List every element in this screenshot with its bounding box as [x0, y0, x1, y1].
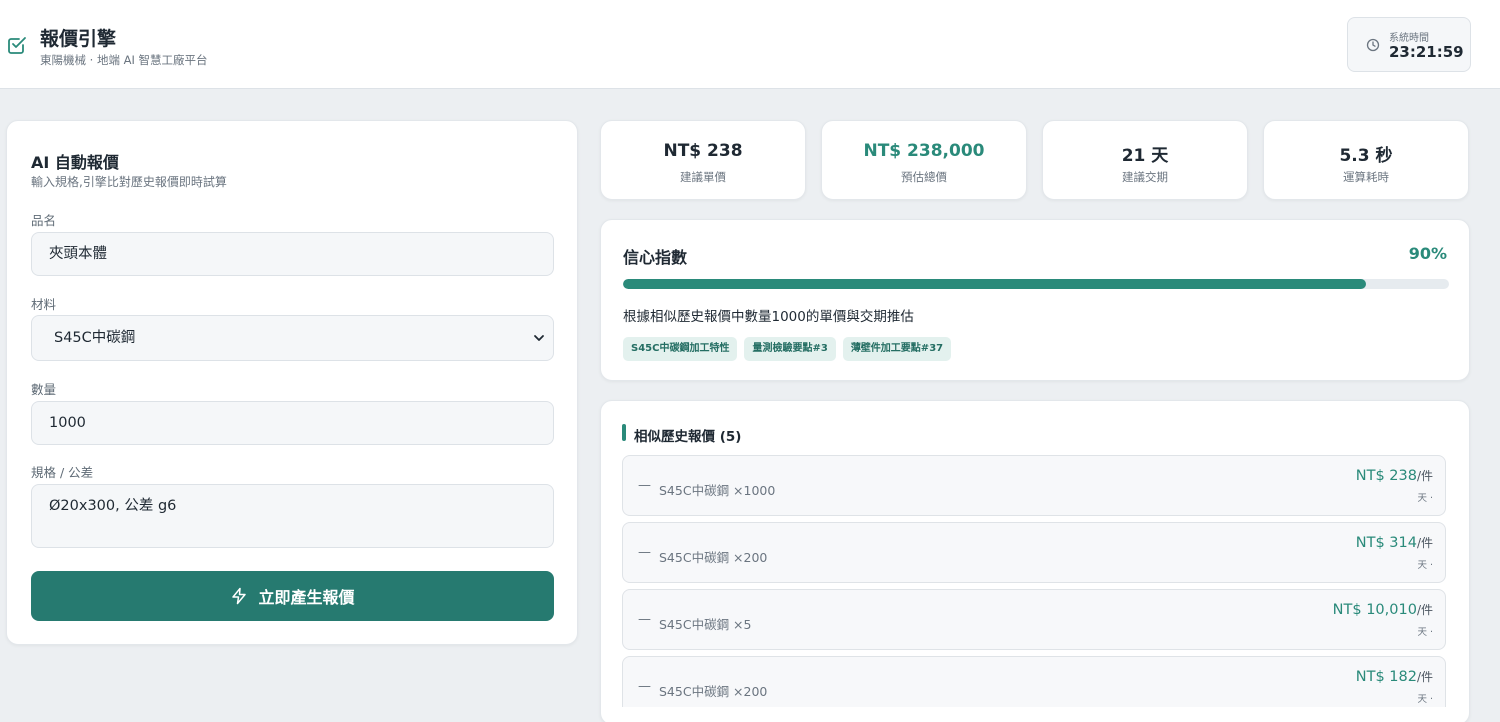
stat-label: 運算耗時	[1343, 170, 1389, 184]
history-item-desc: S45C中碳鋼 ×200	[659, 684, 768, 699]
confidence-card: 信心指數 90% 根據相似歷史報價中數量1000的單價與交期推估 S45C中碳鋼…	[600, 219, 1470, 381]
history-price-unit: /件	[1416, 536, 1433, 550]
confidence-title: 信心指數	[623, 248, 688, 267]
history-item-desc: S45C中碳鋼 ×200	[659, 550, 768, 565]
stat-value: NT$ 238	[663, 141, 743, 161]
stat-card-lead-time: 21 天 建議交期	[1042, 120, 1248, 200]
generate-quote-button[interactable]: 立即產生報價	[31, 571, 554, 621]
history-item-price: NT$ 238/件	[1356, 467, 1433, 484]
material-selected-value: S45C中碳鋼	[54, 330, 136, 346]
history-item-price: NT$ 10,010/件	[1333, 601, 1433, 618]
history-item[interactable]: — S45C中碳鋼 ×200 NT$ 182/件 天 ·	[622, 656, 1446, 707]
reference-tags: S45C中碳鋼加工特性 量測檢驗要點#3 薄壁件加工要點#37	[623, 337, 952, 361]
history-item-desc: S45C中碳鋼 ×1000	[659, 483, 776, 498]
history-price-value: NT$ 182	[1355, 669, 1417, 685]
bolt-icon	[232, 587, 247, 605]
history-item-price: NT$ 314/件	[1356, 534, 1433, 551]
confidence-progress-fill	[623, 279, 1367, 289]
reference-tag[interactable]: 薄壁件加工要點#37	[842, 337, 952, 361]
history-item-desc: S45C中碳鋼 ×5	[659, 617, 752, 632]
material-select[interactable]: S45C中碳鋼	[31, 315, 554, 361]
app-subtitle: 東陽機械 · 地端 AI 智慧工廠平台	[40, 53, 208, 67]
system-clock: 系統時間 23:21:59	[1347, 17, 1471, 72]
confidence-value: 90%	[1408, 244, 1447, 263]
quantity-input[interactable]: 1000	[31, 401, 554, 445]
clock-time: 23:21:59	[1389, 43, 1464, 61]
history-list[interactable]: — S45C中碳鋼 ×1000 NT$ 238/件 天 · — S45C中碳鋼 …	[622, 455, 1446, 707]
history-quotes-card: 相似歷史報價 (5) — S45C中碳鋼 ×1000 NT$ 238/件 天 ·…	[600, 400, 1470, 722]
history-item-sub: 天 ·	[1417, 493, 1433, 504]
history-price-unit: /件	[1416, 670, 1433, 684]
spec-textarea[interactable]: Ø20x300, 公差 g6	[31, 484, 554, 548]
spec-label: 規格 / 公差	[31, 465, 94, 480]
form-title: AI 自動報價	[31, 153, 119, 172]
clock-icon	[1366, 38, 1380, 52]
history-item-price: NT$ 182/件	[1356, 668, 1433, 685]
history-item[interactable]: — S45C中碳鋼 ×5 NT$ 10,010/件 天 ·	[622, 589, 1446, 650]
history-item-sub: 天 ·	[1417, 560, 1433, 571]
generate-quote-label: 立即產生報價	[258, 588, 355, 607]
stat-card-total-price: NT$ 238,000 預估總價	[821, 120, 1027, 200]
quantity-label: 數量	[31, 382, 57, 397]
stat-value: 21 天	[1121, 146, 1169, 166]
history-price-unit: /件	[1416, 469, 1433, 483]
confidence-progress-track	[623, 279, 1449, 289]
stat-value: NT$ 238,000	[863, 141, 985, 161]
history-item-dash: —	[638, 478, 651, 493]
checkbox-icon	[8, 37, 26, 54]
history-item[interactable]: — S45C中碳鋼 ×200 NT$ 314/件 天 ·	[622, 522, 1446, 583]
material-label: 材料	[31, 297, 57, 312]
history-item-sub: 天 ·	[1417, 627, 1433, 638]
form-subtitle: 輸入規格,引擎比對歷史報價即時試算	[31, 175, 227, 189]
history-item-dash: —	[638, 679, 651, 694]
stat-card-unit-price: NT$ 238 建議單價	[600, 120, 806, 200]
stat-value: 5.3 秒	[1339, 146, 1393, 166]
clock-label: 系統時間	[1389, 33, 1429, 44]
section-accent-bar	[622, 424, 626, 441]
confidence-description: 根據相似歷史報價中數量1000的單價與交期推估	[623, 309, 914, 325]
reference-tag[interactable]: S45C中碳鋼加工特性	[623, 337, 738, 361]
history-item-sub: 天 ·	[1417, 694, 1433, 705]
chevron-down-icon	[534, 335, 544, 341]
history-item-dash: —	[638, 612, 651, 627]
product-label: 品名	[31, 213, 57, 228]
stat-label: 預估總價	[901, 170, 947, 184]
reference-tag[interactable]: 量測檢驗要點#3	[744, 337, 836, 361]
history-price-value: NT$ 238	[1355, 468, 1417, 484]
history-item-dash: —	[638, 545, 651, 560]
history-price-value: NT$ 10,010	[1332, 602, 1417, 618]
history-price-value: NT$ 314	[1355, 535, 1417, 551]
app-title: 報價引擎	[40, 28, 117, 50]
app-header: 報價引擎 東陽機械 · 地端 AI 智慧工廠平台 系統時間 23:21:59	[0, 0, 1500, 89]
quote-form-card: AI 自動報價 輸入規格,引擎比對歷史報價即時試算 品名 夾頭本體 材料 S45…	[6, 120, 578, 645]
history-title: 相似歷史報價 (5)	[634, 429, 742, 445]
history-item[interactable]: — S45C中碳鋼 ×1000 NT$ 238/件 天 ·	[622, 455, 1446, 516]
history-price-unit: /件	[1416, 603, 1433, 617]
stat-card-compute-time: 5.3 秒 運算耗時	[1263, 120, 1469, 200]
stat-label: 建議單價	[680, 170, 726, 184]
stat-label: 建議交期	[1122, 170, 1168, 184]
product-name-input[interactable]: 夾頭本體	[31, 232, 554, 276]
